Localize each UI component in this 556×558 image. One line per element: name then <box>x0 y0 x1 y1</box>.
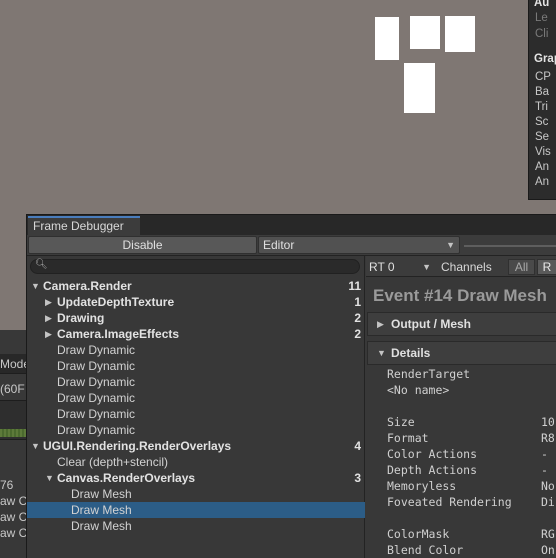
tree-row-label: Clear (depth+stencil) <box>57 455 169 469</box>
stat-number: 76 <box>0 478 14 492</box>
ui-quad <box>404 63 435 113</box>
tree-row-label: Draw Dynamic <box>57 407 136 421</box>
chevron-down-icon: ▼ <box>446 240 455 250</box>
tree-row-count: 3 <box>354 471 361 485</box>
stats-audio-header: Au <box>534 0 550 9</box>
tree-row-label: UGUI.Rendering.RenderOverlays <box>43 439 232 453</box>
chevron-right-icon[interactable]: ▶ <box>45 326 52 342</box>
tree-row-label: Draw Dynamic <box>57 391 136 405</box>
tree-row-label: Canvas.RenderOverlays <box>57 471 196 485</box>
target-dropdown-value: Editor <box>263 238 295 252</box>
tree-row-label: UpdateDepthTexture <box>57 295 175 309</box>
stats-graphics-header: Grap <box>534 53 556 65</box>
chevron-down-icon[interactable]: ▼ <box>31 278 40 294</box>
tree-row-label: Camera.ImageEffects <box>57 327 180 341</box>
event-details-pane: RT 0 ▼ Channels All R Event #14 Draw Mes… <box>366 256 556 558</box>
event-title: Event #14 Draw Mesh <box>373 286 547 305</box>
chevron-down-icon[interactable]: ▼ <box>31 438 40 454</box>
tree-row[interactable]: ▶ UpdateDepthTexture 1 <box>27 294 365 310</box>
details-label: Details <box>391 346 431 360</box>
stats-clipping: Cli <box>535 28 549 40</box>
tree-row-label: Draw Mesh <box>71 519 132 533</box>
tree-row-count: 2 <box>354 327 361 341</box>
details-foldout[interactable]: ▼ Details <box>367 341 556 365</box>
channel-r-button[interactable]: R <box>537 259 556 275</box>
tree-row[interactable]: ▼ UGUI.Rendering.RenderOverlays 4 <box>27 438 365 454</box>
tree-row-label: Camera.Render <box>43 279 132 293</box>
chevron-right-icon[interactable]: ▶ <box>45 294 52 310</box>
tree-row[interactable]: Draw Dynamic <box>27 422 365 438</box>
tree-row-count: 1 <box>354 295 361 309</box>
event-hierarchy-pane: 🔍︎ ▼ Camera.Render 11 ▶ UpdateDepthTexture 1 ▶… <box>27 256 365 558</box>
tree-row[interactable]: ▶ Drawing 2 <box>27 310 365 326</box>
tree-row-label: Draw Dynamic <box>57 343 136 357</box>
event-slider[interactable] <box>464 245 556 247</box>
chevron-down-icon: ▼ <box>377 348 386 358</box>
tree-row[interactable]: ▼ Canvas.RenderOverlays 3 <box>27 470 365 486</box>
stats-level: Le <box>535 12 548 24</box>
details-toolbar: RT 0 ▼ Channels All R <box>366 256 556 277</box>
tree-row[interactable]: Draw Mesh <box>27 518 365 534</box>
frame-debugger-toolbar: Disable Editor ▼ <box>27 235 556 256</box>
channels-label: Channels <box>441 260 492 274</box>
chevron-down-icon: ▼ <box>422 262 431 272</box>
tree-row[interactable]: ▼ Camera.Render 11 <box>27 278 365 294</box>
tree-row-label: Draw Mesh <box>71 503 132 517</box>
tree-row-label: Draw Mesh <box>71 487 132 501</box>
stats-row: Se <box>535 131 550 143</box>
ui-quad <box>445 16 475 52</box>
disable-button[interactable]: Disable <box>28 236 257 254</box>
tree-row[interactable]: Draw Dynamic <box>27 390 365 406</box>
stats-row: An <box>535 176 550 188</box>
tree-row[interactable]: Draw Dynamic <box>27 374 365 390</box>
channel-all-button[interactable]: All <box>508 259 535 275</box>
tree-row[interactable]: Draw Mesh <box>27 486 365 502</box>
stats-row: CP <box>535 71 551 83</box>
target-dropdown[interactable]: Editor ▼ <box>258 236 460 254</box>
tree-row[interactable]: ▶ Camera.ImageEffects 2 <box>27 326 365 342</box>
rt-dropdown[interactable]: RT 0 ▼ <box>366 258 434 276</box>
stats-row: Vis <box>535 146 551 158</box>
stats-row: Ba <box>535 86 550 98</box>
stats-row: Tri <box>535 101 548 113</box>
tree-row[interactable]: Draw Dynamic <box>27 342 365 358</box>
tree-row-count: 11 <box>348 279 361 293</box>
stats-panel: Au Le Cli Grap CP Ba Tri Sc Se Vis An An <box>528 0 556 200</box>
ui-quad <box>410 16 440 49</box>
tree-row[interactable]: Draw Dynamic <box>27 406 365 422</box>
tab-frame-debugger[interactable]: Frame Debugger <box>28 216 140 235</box>
stats-row: An <box>535 161 550 173</box>
rt-dropdown-value: RT 0 <box>369 260 395 274</box>
stats-row: Sc <box>535 116 549 128</box>
chevron-right-icon: ▶ <box>377 319 384 329</box>
tree-row[interactable]: Clear (depth+stencil) <box>27 454 365 470</box>
tree-row-label: Drawing <box>57 311 105 325</box>
ui-quad <box>375 17 399 60</box>
tree-row-label: Draw Dynamic <box>57 375 136 389</box>
search-icon: 🔍︎ <box>35 259 48 270</box>
tree-row-count: 4 <box>354 439 361 453</box>
output-mesh-foldout[interactable]: ▶ Output / Mesh <box>367 312 556 336</box>
tree-row-label: Draw Dynamic <box>57 359 136 373</box>
search-input[interactable]: 🔍︎ <box>30 259 360 274</box>
tab-bar: Frame Debugger <box>27 215 556 235</box>
fps-label: (60F <box>0 382 25 396</box>
tree-row-count: 2 <box>354 311 361 325</box>
chevron-down-icon[interactable]: ▼ <box>45 470 54 486</box>
tree-row[interactable]: Draw Mesh <box>27 502 365 518</box>
tree-row[interactable]: Draw Dynamic <box>27 358 365 374</box>
output-mesh-label: Output / Mesh <box>391 317 471 331</box>
tree-row-label: Draw Dynamic <box>57 423 136 437</box>
frame-debugger-window: Frame Debugger Disable Editor ▼ 🔍︎ ▼ Came… <box>26 214 556 558</box>
chevron-right-icon[interactable]: ▶ <box>45 310 52 326</box>
